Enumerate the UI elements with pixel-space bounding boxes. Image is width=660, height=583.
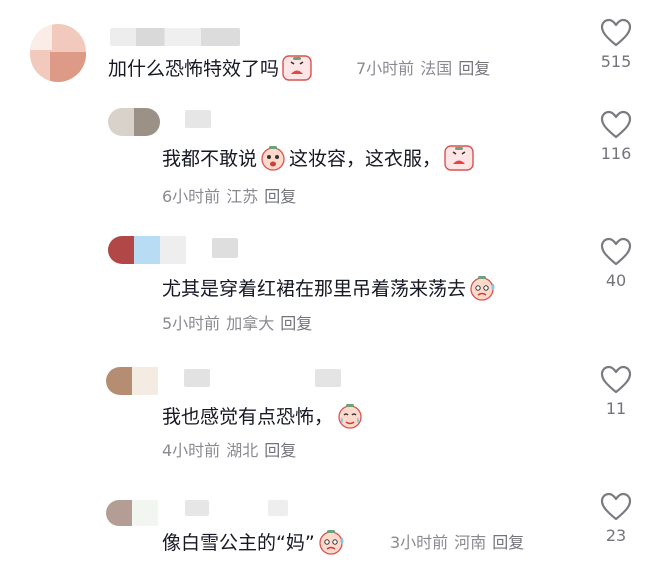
crying-face-icon bbox=[282, 55, 312, 88]
username-blurred[interactable] bbox=[184, 369, 210, 387]
comment-text: 加什么恐怖特效了吗 bbox=[108, 55, 315, 88]
sweating-face-icon bbox=[318, 529, 346, 562]
comment-location: 湖北 bbox=[226, 441, 259, 460]
like-count: 116 bbox=[600, 144, 632, 163]
username-blurred[interactable] bbox=[268, 500, 288, 516]
comment-text-content: 我也感觉有点恐怖， bbox=[162, 406, 334, 428]
comment-meta: 6小时前 江苏 回复 bbox=[162, 186, 302, 208]
like-count: 23 bbox=[605, 526, 627, 545]
reply-item: 像白雪公主的“妈” 3小时前 河南 回复 23 bbox=[0, 470, 660, 583]
reply-item: 尤其是穿着红裙在那里吊着荡来荡去 5小时前 加拿大 回复 40 bbox=[0, 220, 660, 345]
avatar[interactable] bbox=[108, 108, 160, 136]
heart-icon bbox=[600, 492, 632, 521]
scared-face-icon bbox=[260, 145, 286, 178]
reply-button[interactable]: 回复 bbox=[264, 187, 296, 206]
reply-button[interactable]: 回复 bbox=[492, 533, 524, 552]
like-button[interactable]: 40 bbox=[586, 237, 646, 290]
avatar[interactable] bbox=[106, 500, 158, 526]
heart-icon bbox=[600, 365, 632, 394]
comment-time: 7小时前 bbox=[356, 59, 415, 78]
reply-button[interactable]: 回复 bbox=[264, 441, 296, 460]
reply-item: 我也感觉有点恐怖， 4小时前 湖北 回复 11 bbox=[0, 345, 660, 470]
comment-text-content: 我都不敢说 bbox=[162, 148, 258, 170]
heart-icon bbox=[600, 237, 632, 266]
avatar[interactable] bbox=[30, 24, 86, 82]
like-count: 515 bbox=[600, 52, 632, 71]
comment-text: 尤其是穿着红裙在那里吊着荡来荡去 bbox=[162, 275, 500, 308]
reply-button[interactable]: 回复 bbox=[280, 314, 312, 333]
username-blurred[interactable] bbox=[212, 238, 238, 258]
heart-icon bbox=[600, 110, 632, 139]
comment-location: 加拿大 bbox=[226, 314, 275, 333]
tearful-face-icon bbox=[336, 403, 364, 436]
heart-icon bbox=[600, 18, 632, 47]
comment-time: 6小时前 bbox=[162, 187, 221, 206]
comment-time: 3小时前 bbox=[390, 533, 449, 552]
avatar[interactable] bbox=[108, 236, 186, 264]
username-blurred[interactable] bbox=[185, 110, 211, 128]
username-blurred[interactable] bbox=[185, 500, 209, 516]
reply-button[interactable]: 回复 bbox=[458, 59, 490, 78]
comment-location: 法国 bbox=[420, 59, 453, 78]
comment-meta: 7小时前 法国 回复 bbox=[356, 58, 496, 80]
comment-text: 像白雪公主的“妈” bbox=[162, 529, 349, 562]
comment-meta: 5小时前 加拿大 回复 bbox=[162, 313, 318, 335]
crying-face-icon bbox=[444, 145, 474, 178]
username-blurred[interactable] bbox=[110, 28, 240, 46]
comment-text-content: 像白雪公主的“妈” bbox=[162, 532, 315, 554]
comment-meta: 3小时前 河南 回复 bbox=[390, 532, 530, 554]
like-button[interactable]: 116 bbox=[586, 110, 646, 163]
like-button[interactable]: 11 bbox=[586, 365, 646, 418]
comment-location: 河南 bbox=[454, 533, 487, 552]
comment-text-content: 加什么恐怖特效了吗 bbox=[108, 58, 280, 80]
sweating-face-icon bbox=[469, 275, 497, 308]
avatar[interactable] bbox=[106, 367, 158, 395]
like-button[interactable]: 515 bbox=[586, 18, 646, 71]
comment-item: 加什么恐怖特效了吗 7小时前 法国 回复 515 bbox=[0, 0, 660, 95]
username-blurred[interactable] bbox=[315, 369, 341, 387]
like-count: 40 bbox=[605, 271, 627, 290]
comment-time: 4小时前 bbox=[162, 441, 221, 460]
comment-time: 5小时前 bbox=[162, 314, 221, 333]
comment-text: 我都不敢说 这妆容，这衣服， bbox=[162, 145, 477, 178]
comment-text-content: 尤其是穿着红裙在那里吊着荡来荡去 bbox=[162, 278, 467, 300]
like-button[interactable]: 23 bbox=[586, 492, 646, 545]
comment-text-content: 这妆容，这衣服， bbox=[289, 148, 442, 170]
comment-text: 我也感觉有点恐怖， bbox=[162, 403, 367, 436]
like-count: 11 bbox=[605, 399, 627, 418]
reply-item: 我都不敢说 这妆容，这衣服， 6小时前 江苏 回复 116 bbox=[0, 95, 660, 220]
comment-meta: 4小时前 湖北 回复 bbox=[162, 440, 302, 462]
comment-location: 江苏 bbox=[226, 187, 259, 206]
